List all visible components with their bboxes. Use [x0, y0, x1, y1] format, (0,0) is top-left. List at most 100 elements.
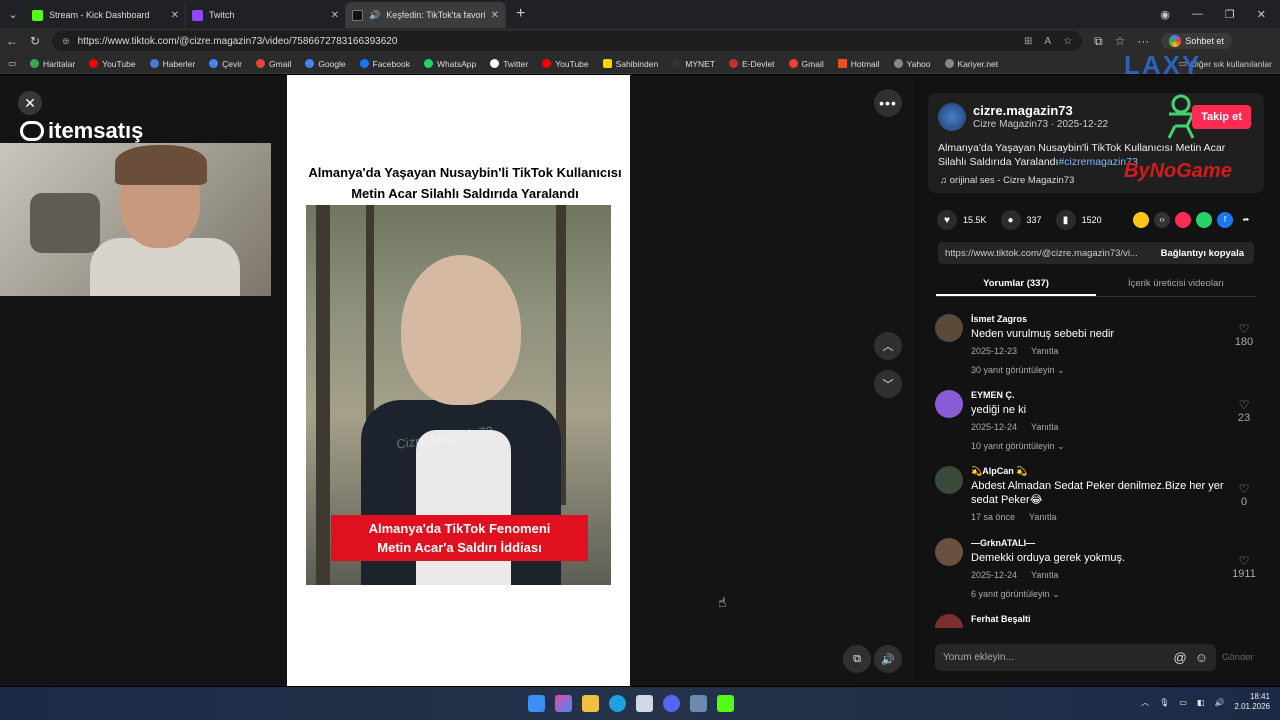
avatar[interactable] — [935, 390, 963, 418]
like-button[interactable]: ♥ 15.5K — [937, 210, 987, 230]
volume-icon[interactable]: 🔊 — [1214, 698, 1224, 707]
comment-like[interactable]: ♡ 1911 — [1231, 554, 1257, 580]
send-button[interactable]: Gönder — [1222, 652, 1254, 663]
save-button[interactable]: ▮ 1520 — [1055, 210, 1102, 230]
send-icon[interactable] — [1175, 212, 1191, 228]
app-icon[interactable]: ⊞ — [1024, 36, 1032, 47]
tab-creator-videos[interactable]: İçerik üreticisi videoları — [1096, 273, 1256, 296]
comment-user[interactable]: Ferhat Beşalti — [971, 614, 1031, 624]
avatar[interactable] — [935, 314, 963, 342]
extensions-icon[interactable]: ⧉ — [1094, 34, 1103, 49]
bookmark-item[interactable]: Gmail — [256, 59, 291, 69]
comment-like[interactable]: ♡ 180 — [1231, 322, 1257, 348]
mention-icon[interactable]: @ — [1174, 650, 1187, 665]
comment-user[interactable]: —GrknATALI— — [971, 538, 1035, 548]
speaker-icon[interactable]: 🔊 — [369, 10, 380, 21]
tab-comments[interactable]: Yorumlar (337) — [936, 273, 1096, 296]
facebook-share-icon[interactable]: f — [1217, 212, 1233, 228]
bookmark-item[interactable]: MYNET — [672, 59, 715, 69]
video-frame[interactable]: Cizre Magazin73 Almanya'da TikTok Fenome… — [306, 205, 611, 585]
favorites-icon[interactable]: ☆ — [1115, 34, 1126, 48]
bookmark-item[interactable]: Twitter — [490, 59, 528, 69]
app-icon[interactable] — [690, 695, 707, 712]
bookmark-item[interactable]: Hotmail — [837, 59, 880, 69]
edge-icon[interactable] — [609, 695, 626, 712]
close-window-button[interactable]: ✕ — [1257, 8, 1266, 21]
bookmark-item[interactable]: Facebook — [359, 59, 410, 69]
reply-button[interactable]: Yanıtla — [1031, 570, 1058, 580]
profile-icon[interactable]: ◉ — [1160, 8, 1170, 21]
bookmark-item[interactable]: YouTube — [542, 59, 589, 69]
comment-like[interactable]: ♡ 0 — [1231, 482, 1257, 508]
copilot-button[interactable]: Sohbet et — [1161, 33, 1232, 49]
coin-icon[interactable] — [1133, 212, 1149, 228]
network-icon[interactable]: ◧ — [1197, 698, 1205, 707]
pip-button[interactable]: ⧉ — [843, 645, 871, 673]
search-input[interactable]: İlgili içeriği bulun ⌕ — [300, 92, 618, 118]
comment-like[interactable]: ♡ 23 — [1231, 398, 1257, 424]
comment-input[interactable]: Yorum ekleyin... @ ☺ — [935, 644, 1216, 671]
minimize-button[interactable]: — — [1192, 8, 1203, 20]
translate-icon[interactable]: A — [1044, 36, 1051, 47]
explorer-icon[interactable] — [582, 695, 599, 712]
reading-list-icon[interactable]: ▭ — [8, 58, 16, 69]
reply-button[interactable]: Yanıtla — [1031, 346, 1058, 356]
next-video-button[interactable]: ﹀ — [874, 370, 902, 398]
bookmark-item[interactable]: Çevir — [209, 59, 242, 69]
back-icon[interactable]: ← — [6, 34, 18, 48]
maximize-button[interactable]: ❐ — [1225, 8, 1235, 21]
author-avatar[interactable] — [938, 103, 966, 131]
copilot-app-icon[interactable] — [555, 695, 572, 712]
star-icon[interactable]: ☆ — [1063, 36, 1072, 47]
comment-user[interactable]: İsmet Zagros — [971, 314, 1027, 324]
search-icon[interactable]: ⌕ — [602, 99, 608, 112]
sound-row[interactable]: ♫ orijinal ses - Cizre Magazin73 — [940, 175, 1074, 186]
reply-button[interactable]: Yanıtla — [1029, 512, 1056, 522]
more-icon[interactable]: ··· — [1137, 34, 1149, 48]
whatsapp-share-icon[interactable] — [1196, 212, 1212, 228]
new-tab-button[interactable]: + — [506, 5, 535, 23]
share-arrow-icon[interactable]: ➦ — [1238, 212, 1254, 228]
close-icon[interactable]: ✕ — [171, 10, 179, 21]
bookmark-item[interactable]: WhatsApp — [423, 59, 476, 69]
clock[interactable]: 18:41 2.01.2026 — [1234, 692, 1270, 712]
store-icon[interactable] — [636, 695, 653, 712]
mic-icon[interactable]: 🎙 — [1159, 698, 1169, 707]
tab-tiktok[interactable]: 🔊 Keşfedin: TikTok'ta favori vide ✕ — [346, 2, 506, 28]
view-replies-button[interactable]: 30 yanıt görüntüleyin ⌄ — [971, 365, 1065, 376]
avatar[interactable] — [935, 614, 963, 628]
bookmark-item[interactable]: Kariyer.net — [944, 59, 998, 69]
bookmark-item[interactable]: Yahoo — [893, 59, 931, 69]
tab-kick[interactable]: Stream - Kick Dashboard ✕ — [26, 2, 186, 28]
site-info-icon[interactable]: ⊜ — [62, 36, 70, 47]
tray-chevron-icon[interactable]: ︿ — [1141, 697, 1149, 708]
reply-button[interactable]: Yanıtla — [1031, 422, 1058, 432]
close-icon[interactable]: ✕ — [491, 10, 499, 21]
bookmark-item[interactable]: Google — [305, 59, 346, 69]
bookmark-item[interactable]: Gmail — [788, 59, 824, 69]
embed-icon[interactable]: ‹› — [1154, 212, 1170, 228]
tab-list-icon[interactable]: ⌄ — [0, 0, 26, 28]
discord-icon[interactable] — [663, 695, 680, 712]
previous-video-button[interactable]: ︿ — [874, 332, 902, 360]
view-replies-button[interactable]: 10 yanıt görüntüleyin ⌄ — [971, 441, 1065, 452]
view-replies-button[interactable]: 6 yanıt görüntüleyin ⌄ — [971, 589, 1060, 600]
bookmark-item[interactable]: E-Devlet — [728, 59, 775, 69]
more-options-button[interactable]: ••• — [874, 89, 902, 117]
display-icon[interactable]: ▭ — [1179, 698, 1187, 707]
obs-icon[interactable] — [717, 695, 734, 712]
volume-button[interactable]: 🔊 — [874, 645, 902, 673]
tab-twitch[interactable]: Twitch ✕ — [186, 2, 346, 28]
follow-button[interactable]: Takip et — [1192, 105, 1251, 129]
reload-icon[interactable]: ↻ — [30, 34, 40, 48]
author-username[interactable]: cizre.magazin73 — [973, 103, 1073, 118]
comment-user[interactable]: EYMEN Ç. — [971, 390, 1015, 400]
emoji-icon[interactable]: ☺ — [1195, 650, 1208, 665]
copy-link-button[interactable]: Bağlantıyı kopyala — [1151, 248, 1254, 259]
close-button[interactable]: ✕ — [18, 91, 42, 115]
start-icon[interactable] — [528, 695, 545, 712]
bookmark-item[interactable]: Haberler — [149, 59, 195, 69]
avatar[interactable] — [935, 538, 963, 566]
url-field[interactable]: ⊜ https://www.tiktok.com/@cizre.magazin7… — [52, 31, 1083, 51]
bookmark-item[interactable]: Haritalar — [30, 59, 75, 69]
